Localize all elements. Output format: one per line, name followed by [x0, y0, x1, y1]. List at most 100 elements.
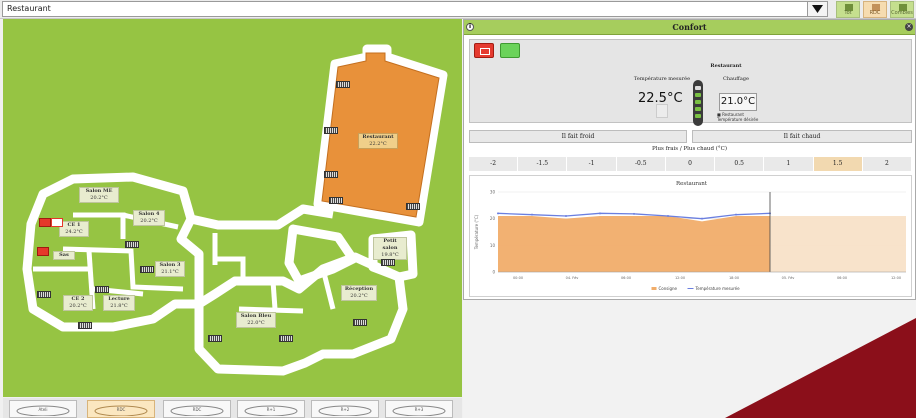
- background-area: [463, 300, 916, 418]
- room-label-petit-salon[interactable]: Petit salon 19.8°C: [373, 237, 407, 260]
- chart-xtick-label: 06:00: [621, 276, 631, 280]
- room-label-ce-1[interactable]: CE 1 24.2°C: [59, 221, 89, 237]
- chart-area-consigne-future: [770, 216, 906, 272]
- status-room-name: Restaurant: [710, 63, 742, 69]
- adjust-option[interactable]: 0: [665, 157, 716, 171]
- chart-point-measured: [565, 215, 567, 217]
- chevron-down-icon[interactable]: [807, 2, 827, 16]
- thumbnail-floor-2[interactable]: RDC: [163, 400, 231, 418]
- heating-label: Chauffage: [723, 76, 749, 82]
- adjust-option[interactable]: -2: [469, 157, 519, 171]
- room-label-ce-2[interactable]: CE 2 20.2°C: [63, 295, 93, 311]
- room-label-sas[interactable]: Sas: [53, 251, 75, 260]
- floor-button-all[interactable]: Tot: [836, 1, 860, 18]
- room-select-value: Restaurant: [7, 4, 51, 13]
- dial-segment: [695, 93, 701, 97]
- adjust-label: Plus frais / Plus chaud (°C): [652, 146, 727, 152]
- thermostat-icon: [656, 104, 668, 118]
- adjust-option[interactable]: -1.5: [518, 157, 568, 171]
- chart-legend-label-consigne: Consigne: [659, 286, 678, 291]
- radiator-icon: [78, 322, 92, 329]
- chart-legend-label-measured: Température mesurée: [695, 286, 741, 291]
- chart-ytick-label: 10: [490, 243, 496, 248]
- room-label-salon-4[interactable]: Salon 4 20.2°C: [133, 210, 165, 226]
- warning-icon[interactable]: [51, 218, 63, 227]
- panel-title: Confort: [464, 20, 915, 35]
- dial-segment: [695, 86, 701, 90]
- chart-xtick-label: 04. Fév: [566, 276, 579, 280]
- room-label-restaurant[interactable]: Restaurant 22.2°C: [358, 133, 398, 149]
- info-icon[interactable]: i: [466, 23, 474, 31]
- radiator-icon: [208, 335, 222, 342]
- chart-ytick-label: 0: [492, 270, 495, 275]
- radiator-icon: [125, 241, 139, 248]
- radiator-icon: [336, 81, 350, 88]
- chart-ytick-label: 30: [490, 190, 496, 195]
- chart-xtick-label: 00:00: [513, 276, 523, 280]
- dial-segment: [695, 107, 701, 111]
- adjust-option[interactable]: -0.5: [616, 157, 666, 171]
- set-temperature[interactable]: 21.0°C: [719, 93, 757, 111]
- temperature-chart-svg: Restaurant 0 10 20 30 Température (°C) 00:00 04…: [474, 181, 906, 291]
- thumbnail-floor-0[interactable]: Ateli: [9, 400, 77, 418]
- room-label-salon-me[interactable]: Salon ME 20.2°C: [79, 187, 119, 203]
- heating-mode-off-button[interactable]: [474, 43, 494, 58]
- room-label-lecture[interactable]: Lecture 21.8°C: [103, 295, 135, 311]
- thumbnail-floor-4[interactable]: R+2: [311, 400, 379, 418]
- adjust-row: -2 -1.5 -1 -0.5 0 0.5 1 1.5 2: [469, 157, 912, 171]
- chart-point-measured: [735, 213, 737, 216]
- radiator-icon: [95, 286, 109, 293]
- too-hot-button[interactable]: Il fait chaud: [692, 130, 912, 143]
- chart-xtick-label: 12:00: [891, 276, 901, 280]
- temperature-chart: Restaurant 0 10 20 30 Température (°C) 00:00 04…: [469, 175, 912, 297]
- dial-segment: [695, 100, 701, 104]
- radiator-icon: [324, 171, 338, 178]
- chart-legend-swatch-consigne: [651, 287, 657, 290]
- room-label-salon-3[interactable]: Salon 3 21.1°C: [155, 261, 185, 277]
- radiator-icon: [406, 203, 420, 210]
- thumbnail-floor-5[interactable]: R+3: [385, 400, 453, 418]
- radiator-icon: [324, 127, 338, 134]
- room-label-reception[interactable]: Réception 20.2°C: [341, 285, 377, 301]
- chart-ytick-label: 20: [490, 216, 496, 221]
- room-select[interactable]: Restaurant: [2, 1, 828, 17]
- thermostat-dial[interactable]: [693, 80, 703, 126]
- floor-plan-drawing: [22, 44, 448, 376]
- chart-xtick-label: 18:00: [729, 276, 739, 280]
- thumbnail-floor-1[interactable]: RDC: [87, 400, 155, 418]
- chart-xtick-label: 06:00: [837, 276, 847, 280]
- comfort-panel: Confort i × Restaurant Température mesur…: [463, 19, 916, 300]
- adjust-option[interactable]: 2: [862, 157, 912, 171]
- adjust-option[interactable]: 0.5: [715, 157, 765, 171]
- chart-xtick-label: 05. Fév: [782, 276, 795, 280]
- alert-icon[interactable]: [37, 247, 49, 256]
- floor-button-combles[interactable]: Combles: [890, 1, 914, 18]
- radiator-icon: [140, 266, 154, 273]
- chart-ylabel: Température (°C): [474, 214, 479, 250]
- floor-plan: Restaurant 22.2°C Salon ME 20.2°C Salon …: [3, 19, 462, 397]
- decorative-shape: [725, 318, 916, 418]
- too-cold-button[interactable]: Il fait froid: [469, 130, 687, 143]
- radiator-icon: [279, 335, 293, 342]
- chart-area-consigne-past: [498, 216, 770, 272]
- adjust-option[interactable]: -1: [567, 157, 617, 171]
- adjust-option-selected[interactable]: 1.5: [813, 157, 863, 171]
- set-temperature-note: ■ Restaurant Température désirée: [717, 112, 759, 122]
- close-icon[interactable]: ×: [905, 23, 913, 31]
- adjust-option[interactable]: 1: [764, 157, 814, 171]
- top-bar: Restaurant Tot RDC Combles: [0, 0, 916, 19]
- chart-point-measured: [531, 213, 533, 216]
- floor-thumbnails: Ateli RDC RDC R+1 R+2 R+3: [3, 398, 462, 418]
- thumbnail-floor-3[interactable]: R+1: [237, 400, 305, 418]
- chart-point-measured: [633, 212, 635, 215]
- status-box: Restaurant Température mesurée Chauffage…: [469, 39, 912, 126]
- alert-icon[interactable]: [39, 218, 51, 227]
- chart-point-measured: [599, 212, 601, 215]
- chart-point-measured: [667, 215, 669, 217]
- floor-button-rdc[interactable]: RDC: [863, 1, 887, 18]
- chart-point-measured: [701, 217, 703, 220]
- chart-xtick-label: 12:00: [675, 276, 685, 280]
- room-label-salon-bleu[interactable]: Salon Bleu 22.0°C: [236, 312, 276, 328]
- heating-mode-on-button[interactable]: [500, 43, 520, 58]
- chart-title: Restaurant: [676, 181, 708, 187]
